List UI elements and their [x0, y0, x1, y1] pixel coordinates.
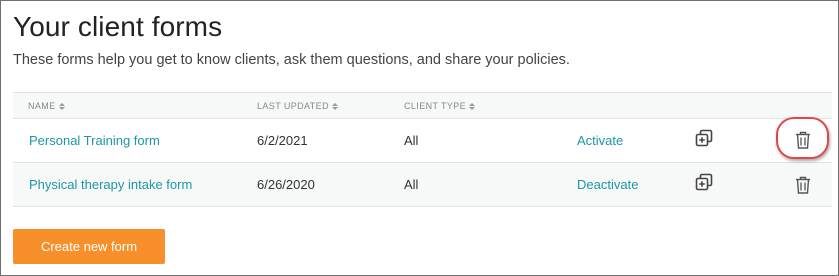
- create-new-form-button[interactable]: Create new form: [13, 229, 165, 264]
- sort-icon[interactable]: [331, 102, 338, 110]
- sort-icon[interactable]: [469, 102, 476, 110]
- column-header-name[interactable]: NAME: [28, 101, 65, 111]
- delete-highlight-annotation: [776, 117, 829, 159]
- client-type-value: All: [404, 177, 419, 192]
- form-name-link[interactable]: Personal Training form: [29, 133, 160, 148]
- activate-link[interactable]: Activate: [577, 133, 623, 148]
- form-name-link[interactable]: Physical therapy intake form: [29, 177, 192, 192]
- column-header-name-label: NAME: [28, 101, 56, 111]
- last-updated-value: 6/26/2020: [257, 177, 315, 192]
- page-title: Your client forms: [13, 11, 223, 42]
- table-header-row: NAME LAST UPDATED CLIENT TYPE: [13, 92, 832, 119]
- page-subtitle: These forms help you get to know clients…: [13, 52, 570, 68]
- column-header-last-updated-label: LAST UPDATED: [257, 101, 329, 111]
- table-row: Physical therapy intake form 6/26/2020 A…: [13, 163, 832, 207]
- client-forms-panel: Your client forms These forms help you g…: [0, 0, 839, 276]
- table-row: Personal Training form 6/2/2021 All Acti…: [13, 119, 832, 163]
- forms-table: NAME LAST UPDATED CLIENT TYPE Personal T…: [13, 92, 832, 207]
- trash-icon[interactable]: [792, 174, 814, 196]
- column-header-client-type-label: CLIENT TYPE: [404, 101, 467, 111]
- sort-icon[interactable]: [58, 102, 65, 110]
- column-header-client-type[interactable]: CLIENT TYPE: [404, 101, 476, 111]
- client-type-value: All: [404, 133, 419, 148]
- duplicate-icon[interactable]: [694, 129, 714, 149]
- column-header-last-updated[interactable]: LAST UPDATED: [257, 101, 338, 111]
- last-updated-value: 6/2/2021: [257, 133, 308, 148]
- duplicate-icon[interactable]: [694, 173, 714, 193]
- deactivate-link[interactable]: Deactivate: [577, 177, 638, 192]
